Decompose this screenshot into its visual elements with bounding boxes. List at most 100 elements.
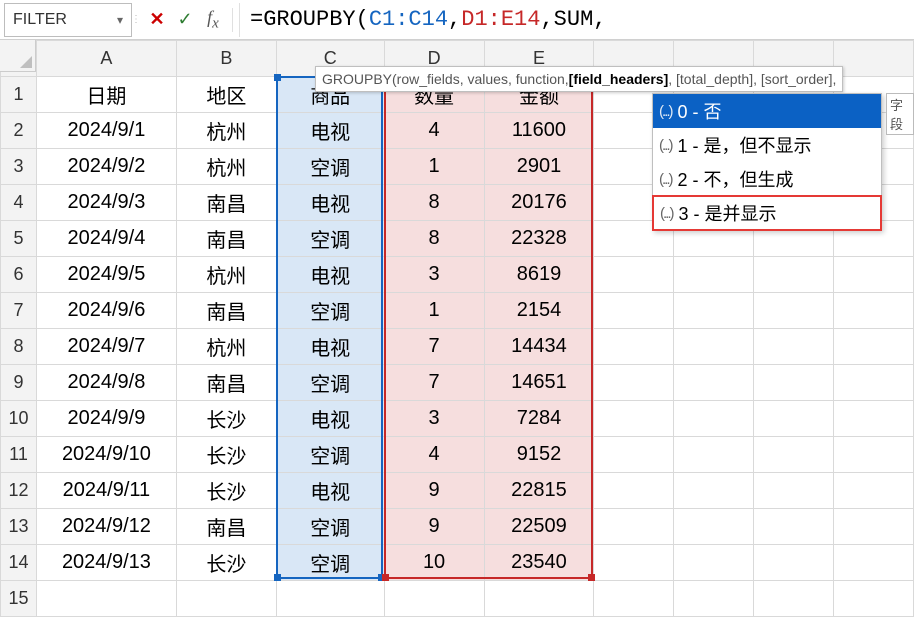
row-header[interactable]: 10	[1, 401, 37, 437]
cell-empty[interactable]	[754, 545, 834, 581]
function-signature-tooltip[interactable]: GROUPBY(row_fields, values, function, [f…	[315, 66, 843, 92]
cell-D9[interactable]: 7	[384, 365, 484, 401]
cell-E5[interactable]: 22328	[484, 221, 594, 257]
cell-B13[interactable]: 南昌	[176, 509, 276, 545]
cell-B4[interactable]: 南昌	[176, 185, 276, 221]
cell-E9[interactable]: 14651	[484, 365, 594, 401]
cell-empty[interactable]	[834, 509, 914, 545]
cell-D14[interactable]: 10	[384, 545, 484, 581]
autocomplete-item[interactable]: (...)1 - 是，但不显示	[653, 128, 881, 162]
chevron-down-icon[interactable]: ▾	[117, 13, 123, 27]
cell-empty[interactable]	[754, 365, 834, 401]
row-header[interactable]: 5	[1, 221, 37, 257]
cell-empty[interactable]	[594, 401, 674, 437]
cell-empty[interactable]	[674, 581, 754, 617]
cell-E3[interactable]: 2901	[484, 149, 594, 185]
col-header-B[interactable]: B	[176, 41, 276, 77]
cell-empty[interactable]	[834, 329, 914, 365]
cell-empty[interactable]	[834, 437, 914, 473]
cell-E11[interactable]: 9152	[484, 437, 594, 473]
cell-empty[interactable]	[674, 473, 754, 509]
cell-empty[interactable]	[754, 581, 834, 617]
cell-B8[interactable]: 杭州	[176, 329, 276, 365]
cell-E12[interactable]: 22815	[484, 473, 594, 509]
cell-E14[interactable]: 23540	[484, 545, 594, 581]
cell-empty[interactable]	[674, 545, 754, 581]
row-header[interactable]: 13	[1, 509, 37, 545]
cell-E8[interactable]: 14434	[484, 329, 594, 365]
cell-C2[interactable]: 电视	[276, 113, 384, 149]
cell-A2[interactable]: 2024/9/1	[36, 113, 176, 149]
cell-D12[interactable]: 9	[384, 473, 484, 509]
cell-D8[interactable]: 7	[384, 329, 484, 365]
cell-C8[interactable]: 电视	[276, 329, 384, 365]
cell-C3[interactable]: 空调	[276, 149, 384, 185]
cell-D3[interactable]: 1	[384, 149, 484, 185]
cell-E15[interactable]	[484, 581, 594, 617]
cell-empty[interactable]	[594, 329, 674, 365]
row-header[interactable]: 4	[1, 185, 37, 221]
row-header[interactable]: 11	[1, 437, 37, 473]
cell-C11[interactable]: 空调	[276, 437, 384, 473]
cell-A9[interactable]: 2024/9/8	[36, 365, 176, 401]
cell-empty[interactable]	[754, 401, 834, 437]
cell-C15[interactable]	[276, 581, 384, 617]
cell-empty[interactable]	[674, 509, 754, 545]
cell-A1[interactable]: 日期	[36, 77, 176, 113]
cell-A13[interactable]: 2024/9/12	[36, 509, 176, 545]
row-header[interactable]: 2	[1, 113, 37, 149]
cell-empty[interactable]	[594, 293, 674, 329]
cell-C6[interactable]: 电视	[276, 257, 384, 293]
cell-A14[interactable]: 2024/9/13	[36, 545, 176, 581]
col-header-I[interactable]	[834, 41, 914, 77]
autocomplete-list[interactable]: (...)0 - 否(...)1 - 是，但不显示(...)2 - 不，但生成(…	[652, 93, 882, 231]
cell-empty[interactable]	[834, 365, 914, 401]
cell-empty[interactable]	[834, 293, 914, 329]
cell-D10[interactable]: 3	[384, 401, 484, 437]
cell-B6[interactable]: 杭州	[176, 257, 276, 293]
name-box-resize[interactable]: ⋮	[132, 3, 140, 37]
fx-icon[interactable]: fx	[202, 7, 224, 33]
cell-empty[interactable]	[594, 437, 674, 473]
cell-A6[interactable]: 2024/9/5	[36, 257, 176, 293]
cell-empty[interactable]	[674, 401, 754, 437]
cell-B10[interactable]: 长沙	[176, 401, 276, 437]
cell-A10[interactable]: 2024/9/9	[36, 401, 176, 437]
cell-B11[interactable]: 长沙	[176, 437, 276, 473]
cell-empty[interactable]	[674, 329, 754, 365]
cell-B7[interactable]: 南昌	[176, 293, 276, 329]
cell-D11[interactable]: 4	[384, 437, 484, 473]
cell-C13[interactable]: 空调	[276, 509, 384, 545]
cell-empty[interactable]	[594, 581, 674, 617]
row-header[interactable]: 3	[1, 149, 37, 185]
cell-empty[interactable]	[594, 545, 674, 581]
cell-E2[interactable]: 11600	[484, 113, 594, 149]
cell-E6[interactable]: 8619	[484, 257, 594, 293]
cell-B2[interactable]: 杭州	[176, 113, 276, 149]
cell-E4[interactable]: 20176	[484, 185, 594, 221]
cell-E7[interactable]: 2154	[484, 293, 594, 329]
cell-empty[interactable]	[594, 509, 674, 545]
cell-A3[interactable]: 2024/9/2	[36, 149, 176, 185]
cell-C7[interactable]: 空调	[276, 293, 384, 329]
cell-A7[interactable]: 2024/9/6	[36, 293, 176, 329]
name-box[interactable]: FILTER ▾	[4, 3, 132, 37]
cell-D6[interactable]: 3	[384, 257, 484, 293]
cell-empty[interactable]	[754, 329, 834, 365]
cell-A5[interactable]: 2024/9/4	[36, 221, 176, 257]
row-header[interactable]: 1	[1, 77, 37, 113]
cell-empty[interactable]	[754, 473, 834, 509]
cell-C5[interactable]: 空调	[276, 221, 384, 257]
cell-B1[interactable]: 地区	[176, 77, 276, 113]
cell-A12[interactable]: 2024/9/11	[36, 473, 176, 509]
cell-empty[interactable]	[674, 293, 754, 329]
row-header[interactable]: 15	[1, 581, 37, 617]
autocomplete-item[interactable]: (...)2 - 不，但生成	[653, 162, 881, 196]
row-header[interactable]: 7	[1, 293, 37, 329]
cell-empty[interactable]	[834, 401, 914, 437]
cancel-icon[interactable]: ✕	[146, 9, 168, 30]
cell-empty[interactable]	[754, 293, 834, 329]
cell-empty[interactable]	[754, 509, 834, 545]
accept-icon[interactable]: ✓	[174, 9, 196, 30]
cell-D5[interactable]: 8	[384, 221, 484, 257]
